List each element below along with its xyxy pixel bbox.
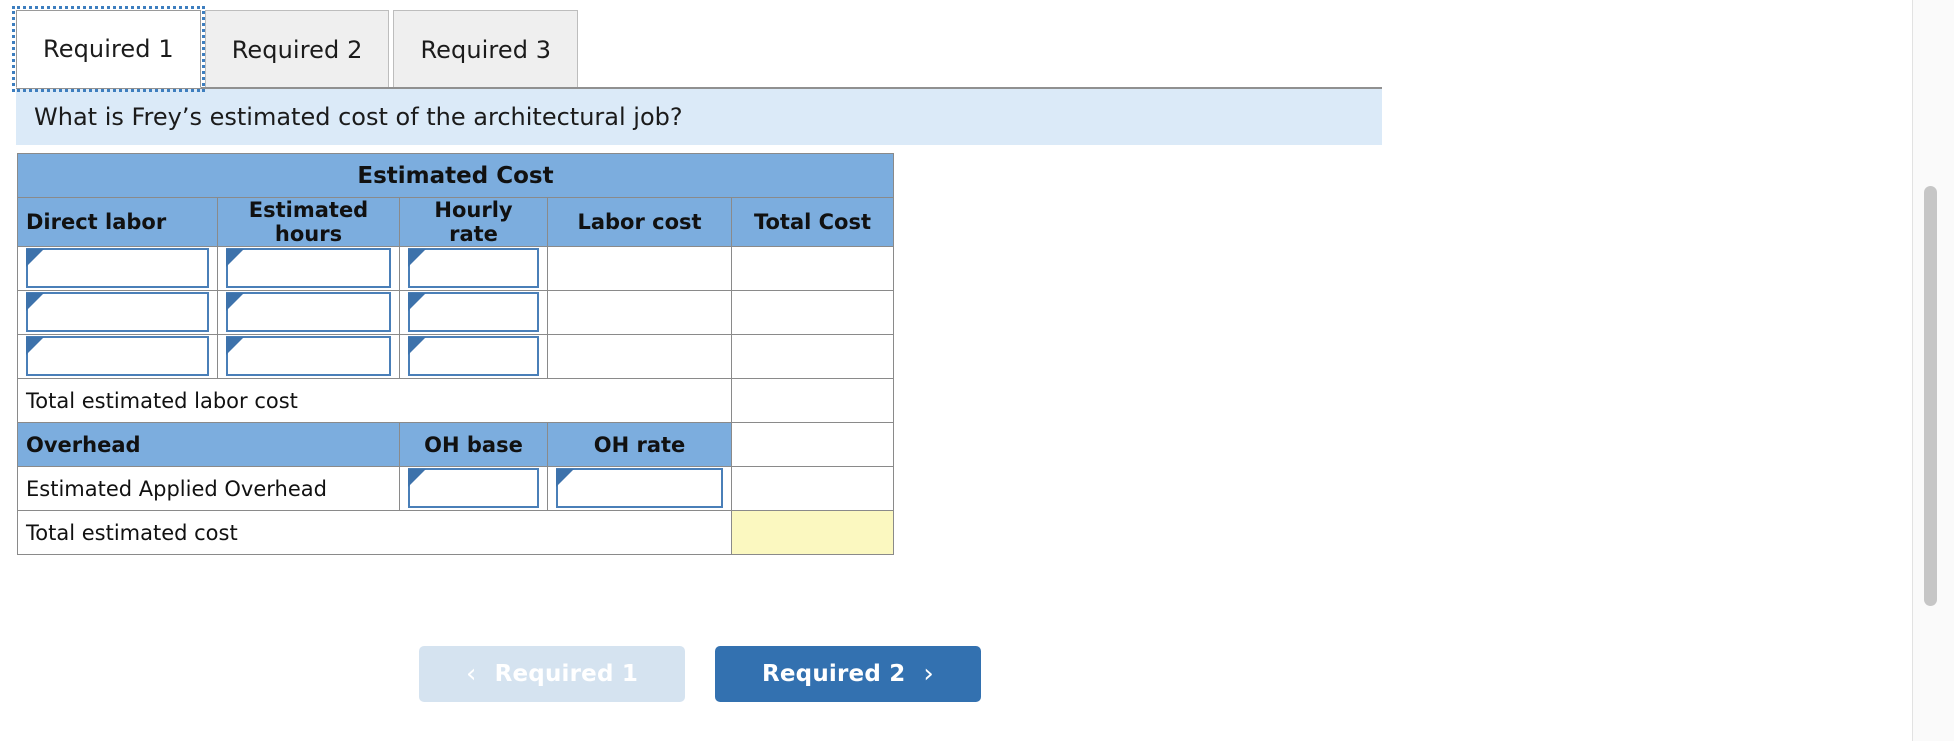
input-oh-base[interactable] — [408, 468, 539, 508]
content-area: Required 1 Required 2 Required 3 What is… — [0, 0, 1912, 741]
vertical-scrollbar[interactable] — [1912, 0, 1954, 741]
cell-labor-cost-3 — [547, 334, 732, 379]
tab-bar: Required 1 Required 2 Required 3 — [12, 6, 582, 92]
cell-overhead-total-cost — [731, 466, 894, 511]
cell-labor-cost-1 — [547, 246, 732, 291]
navigation-bar: ‹ Required 1 Required 2 › — [0, 646, 1400, 702]
cell-direct-labor-3 — [17, 334, 218, 379]
prev-required-1-button[interactable]: ‹ Required 1 — [419, 646, 685, 702]
cell-hourly-rate-2 — [399, 290, 548, 335]
table-row — [17, 290, 894, 335]
table-row — [17, 246, 894, 291]
tab-required-2-label: Required 2 — [231, 35, 363, 64]
cell-direct-labor-2 — [17, 290, 218, 335]
input-direct-labor-1[interactable] — [26, 248, 209, 288]
cell-total-cost-3 — [731, 334, 894, 379]
worksheet-page: Required 1 Required 2 Required 3 What is… — [0, 0, 1954, 741]
cell-oh-rate — [547, 466, 732, 511]
cell-total-cost-2 — [731, 290, 894, 335]
cell-direct-labor-1 — [17, 246, 218, 291]
scrollbar-thumb[interactable] — [1924, 186, 1937, 606]
chevron-left-icon: ‹ — [465, 659, 477, 689]
col-header-oh-rate: OH rate — [547, 422, 732, 467]
prev-button-label: Required 1 — [494, 661, 639, 687]
tab-underline — [16, 87, 1382, 89]
tab-required-1[interactable]: Required 1 — [12, 6, 205, 92]
cell-hourly-rate-1 — [399, 246, 548, 291]
estimated-cost-table: Estimated Cost Direct labor Estimated ho… — [17, 153, 894, 555]
overhead-row: Estimated Applied Overhead — [17, 466, 894, 511]
table-row — [17, 334, 894, 379]
input-hourly-rate-2[interactable] — [408, 292, 539, 332]
input-direct-labor-3[interactable] — [26, 336, 209, 376]
tab-required-3-label: Required 3 — [420, 35, 552, 64]
col-header-direct-labor: Direct labor — [17, 197, 218, 247]
cell-hourly-rate-3 — [399, 334, 548, 379]
col-header-hourly-rate: Hourly rate — [399, 197, 548, 247]
cell-total-cost-1 — [731, 246, 894, 291]
col-header-labor-cost: Labor cost — [547, 197, 732, 247]
input-oh-rate[interactable] — [556, 468, 723, 508]
cell-estimated-hours-2 — [217, 290, 400, 335]
total-cost-row: Total estimated cost — [17, 510, 894, 555]
total-estimated-cost-label: Total estimated cost — [17, 510, 732, 555]
overhead-header-row: Overhead OH base OH rate — [17, 422, 894, 467]
col-header-oh-base: OH base — [399, 422, 548, 467]
estimated-applied-overhead-label: Estimated Applied Overhead — [17, 466, 400, 511]
total-estimated-cost-value — [731, 510, 894, 555]
cell-labor-cost-2 — [547, 290, 732, 335]
next-required-2-button[interactable]: Required 2 › — [715, 646, 981, 702]
tab-required-2[interactable]: Required 2 — [204, 10, 390, 88]
col-header-total-cost: Total Cost — [731, 197, 894, 247]
cell-overhead-total-placeholder — [731, 422, 894, 467]
input-hourly-rate-1[interactable] — [408, 248, 539, 288]
total-estimated-labor-cost-value — [731, 378, 894, 423]
input-direct-labor-2[interactable] — [26, 292, 209, 332]
input-estimated-hours-2[interactable] — [226, 292, 391, 332]
question-banner: What is Frey’s estimated cost of the arc… — [16, 89, 1382, 145]
table-band-row: Estimated Cost — [17, 153, 894, 198]
input-estimated-hours-1[interactable] — [226, 248, 391, 288]
question-text: What is Frey’s estimated cost of the arc… — [34, 103, 683, 131]
total-estimated-labor-cost-label: Total estimated labor cost — [17, 378, 732, 423]
cell-estimated-hours-3 — [217, 334, 400, 379]
cell-oh-base — [399, 466, 548, 511]
col-header-estimated-hours: Estimated hours — [217, 197, 400, 247]
col-header-overhead: Overhead — [17, 422, 400, 467]
next-button-label: Required 2 — [761, 661, 906, 687]
chevron-right-icon: › — [923, 659, 935, 689]
band-title: Estimated Cost — [17, 153, 894, 198]
tab-required-3[interactable]: Required 3 — [393, 10, 579, 88]
cell-estimated-hours-1 — [217, 246, 400, 291]
input-estimated-hours-3[interactable] — [226, 336, 391, 376]
input-hourly-rate-3[interactable] — [408, 336, 539, 376]
table-header-row: Direct labor Estimated hours Hourly rate… — [17, 197, 894, 247]
tab-required-1-label: Required 1 — [43, 35, 174, 63]
total-labor-row: Total estimated labor cost — [17, 378, 894, 423]
